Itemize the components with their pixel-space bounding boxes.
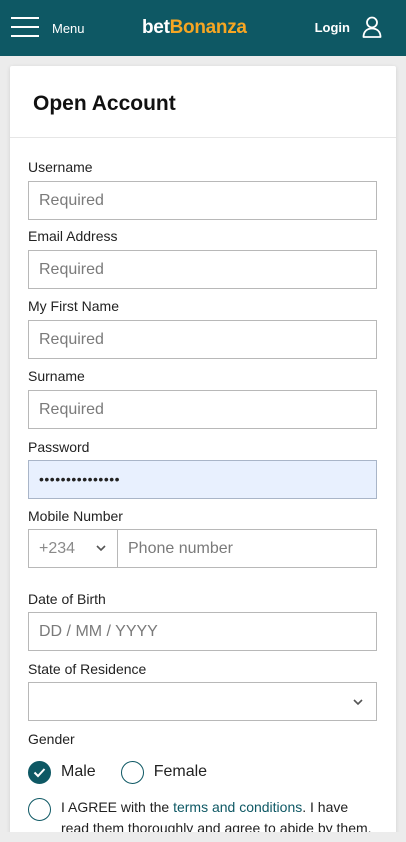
logo-text-bonanza: Bonanza (169, 17, 247, 38)
surname-field-group: Surname Required (28, 367, 377, 429)
state-select[interactable] (28, 682, 377, 721)
open-account-card: Open Account Username Required Email Add… (10, 66, 396, 842)
gender-options: Male Female (28, 759, 207, 785)
country-code-value: +234 (39, 539, 76, 557)
dob-input[interactable]: DD / MM / YYYY (28, 612, 377, 651)
page-title: Open Account (33, 92, 176, 115)
terms-link[interactable]: terms and conditions (173, 799, 302, 815)
phone-number-input[interactable]: Phone number (118, 529, 377, 568)
bottom-edge (0, 832, 406, 842)
menu-button[interactable]: Menu (11, 16, 85, 38)
password-input[interactable]: ••••••••••••••• (28, 460, 377, 499)
first-name-field-group: My First Name Required (28, 297, 377, 359)
gender-female-radio[interactable] (120, 760, 144, 784)
mobile-field-group: Mobile Number +234 Phone number (28, 507, 377, 568)
login-button[interactable]: Login (315, 16, 382, 38)
gender-field-group: Gender Male Female (28, 730, 207, 785)
agree-terms-radio[interactable] (28, 798, 51, 821)
menu-label: Menu (52, 21, 85, 36)
agree-terms-prefix: I AGREE with the (61, 799, 174, 815)
state-field-group: State of Residence (28, 660, 377, 721)
surname-input[interactable]: Required (28, 390, 377, 429)
password-field-group: Password ••••••••••••••• (28, 438, 377, 499)
state-label: State of Residence (28, 661, 147, 677)
email-label: Email Address (28, 228, 118, 244)
card-header: Open Account (10, 66, 396, 138)
top-header: Menu betBonanza Login (0, 0, 406, 56)
chevron-down-icon (353, 699, 363, 706)
email-input[interactable]: Required (28, 250, 377, 289)
country-code-select[interactable]: +234 (28, 529, 118, 568)
dob-label: Date of Birth (28, 591, 106, 607)
login-label: Login (314, 19, 350, 35)
user-icon (362, 16, 382, 38)
first-name-input[interactable]: Required (28, 320, 377, 359)
gender-male-label[interactable]: Male (61, 763, 96, 781)
dob-field-group: Date of Birth DD / MM / YYYY (28, 590, 377, 651)
username-field-group: Username Required (28, 158, 377, 220)
gender-label: Gender (28, 731, 75, 747)
logo[interactable]: betBonanza (142, 17, 247, 39)
gender-male-radio[interactable] (28, 760, 51, 784)
mobile-row: +234 Phone number (28, 529, 377, 568)
logo-text-bet: bet (142, 17, 170, 38)
hamburger-icon (11, 16, 39, 38)
surname-label: Surname (28, 368, 85, 384)
username-label: Username (28, 159, 93, 175)
first-name-label: My First Name (28, 298, 119, 314)
password-label: Password (28, 439, 90, 455)
gender-female-label[interactable]: Female (154, 763, 207, 781)
chevron-down-icon (96, 545, 106, 552)
checkmark-icon (33, 767, 46, 777)
username-input[interactable]: Required (28, 181, 377, 220)
email-field-group: Email Address Required (28, 227, 377, 289)
mobile-label: Mobile Number (28, 508, 123, 524)
